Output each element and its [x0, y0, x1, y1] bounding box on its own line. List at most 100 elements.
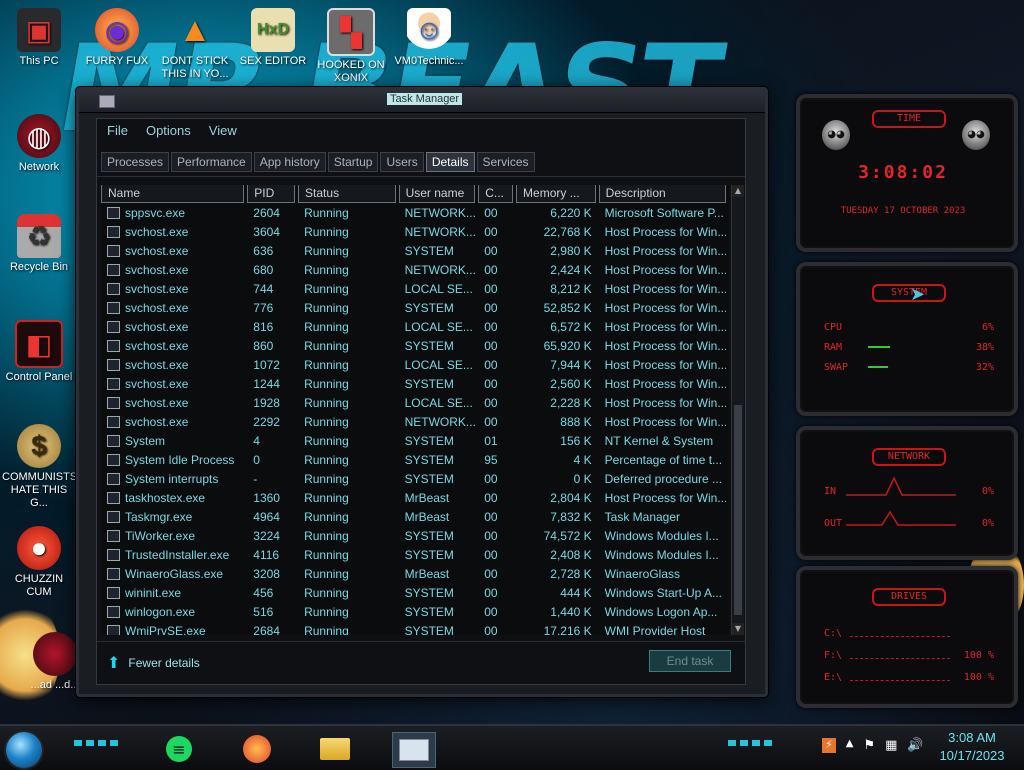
task-manager-icon: [399, 739, 429, 761]
desktop-icon-this-pc[interactable]: ▣ This PC: [2, 8, 76, 68]
table-row[interactable]: taskhostex.exe 1360 Running MrBeast 00 2,804 …: [101, 488, 729, 507]
desktop-icon-firefox[interactable]: ◉ FURRY FUX: [80, 8, 154, 68]
cell-memory: 65,920 K: [516, 339, 596, 353]
table-row[interactable]: svchost.exe 2292 Running NETWORK... 00 888 K H…: [101, 412, 729, 431]
column-header-memory[interactable]: Memory ...: [516, 185, 596, 203]
cell-cpu-text: 00: [484, 376, 498, 391]
cell-user: LOCAL SE...: [399, 358, 476, 372]
title-bar[interactable]: Task Manager: [79, 90, 765, 113]
table-row[interactable]: svchost.exe 1244 Running SYSTEM 00 2,560 K Hos…: [101, 374, 729, 393]
desktop-icon-vlc[interactable]: ▲ DONT STICK THIS IN YO...: [158, 8, 232, 81]
tab-startup[interactable]: Startup: [327, 152, 379, 172]
column-header-status[interactable]: Status: [298, 185, 396, 203]
column-header-name[interactable]: Name: [101, 185, 245, 203]
cell-status-text: Running: [304, 338, 349, 353]
table-row[interactable]: Taskmgr.exe 4964 Running MrBeast 00 7,832 K Ta…: [101, 507, 729, 526]
table-row[interactable]: WinaeroGlass.exe 3208 Running MrBeast 00 2,72…: [101, 564, 729, 583]
table-row[interactable]: svchost.exe 1072 Running LOCAL SE... 00 7,944…: [101, 355, 729, 374]
desktop-icon-vm0technic[interactable]: ☺ VM0Technic...: [392, 8, 466, 68]
table-row[interactable]: svchost.exe 680 Running NETWORK... 00 2,424 K…: [101, 260, 729, 279]
cell-memory-text: 65,920 K: [543, 338, 592, 353]
tab-services[interactable]: Services: [476, 152, 535, 172]
taskbar-task-manager-button[interactable]: [392, 732, 436, 768]
cell-cpu: 00: [478, 529, 513, 543]
cell-user-text: NETWORK...: [404, 224, 476, 239]
network-gadget[interactable]: NETWORK IN 0% OUT 0%: [796, 426, 1018, 560]
table-row[interactable]: wininit.exe 456 Running SYSTEM 00 444 K Window…: [101, 583, 729, 602]
desktop-icon-money-game[interactable]: $ COMMUNISTS HATE THIS G...: [2, 424, 78, 510]
cell-status: Running: [298, 624, 396, 636]
column-header-cpu[interactable]: C...: [478, 185, 514, 203]
column-header-pid[interactable]: PID: [247, 185, 296, 203]
cursor-logo-icon: ➤: [910, 284, 926, 305]
table-row[interactable]: svchost.exe 744 Running LOCAL SE... 00 8,212 …: [101, 279, 729, 298]
table-row[interactable]: svchost.exe 776 Running SYSTEM 00 52,852 K Hos…: [101, 298, 729, 317]
taskbar-clock[interactable]: 3:08 AM 10/17/2023: [926, 729, 1018, 765]
table-row[interactable]: svchost.exe 860 Running SYSTEM 00 65,920 K Hos…: [101, 336, 729, 355]
time-gadget-title: TIME: [872, 110, 946, 128]
update-icon[interactable]: ⚡: [822, 738, 836, 753]
desktop-icon-hex-editor[interactable]: HxD SEX EDITOR: [236, 8, 310, 68]
table-row[interactable]: svchost.exe 1928 Running LOCAL SE... 00 2,228…: [101, 393, 729, 412]
vertical-scrollbar[interactable]: ▲ ▼: [731, 185, 744, 635]
volume-icon[interactable]: 🔊: [907, 738, 923, 753]
tab-details[interactable]: Details: [425, 152, 475, 172]
drives-gadget[interactable]: DRIVES C:\ F:\ 100 % E:\ 100 %: [796, 566, 1018, 708]
show-hidden-icons[interactable]: ▲: [846, 738, 854, 753]
time-gadget[interactable]: ◕◕ ◕◕ TIME 3:08:02 TUESDAY 17 OCTOBER 20…: [796, 94, 1018, 252]
menu-file[interactable]: File: [107, 123, 128, 138]
scroll-down-icon[interactable]: ▼: [732, 623, 744, 635]
flag-icon[interactable]: ⚑: [863, 738, 875, 753]
network-in-label: IN: [824, 486, 837, 497]
scroll-thumb[interactable]: [734, 405, 742, 615]
table-row[interactable]: svchost.exe 816 Running LOCAL SE... 00 6,572 …: [101, 317, 729, 336]
cell-status: Running: [298, 491, 396, 505]
menu-options[interactable]: Options: [146, 123, 191, 138]
tab-performance[interactable]: Performance: [171, 152, 252, 172]
cell-user: SYSTEM: [399, 529, 476, 543]
cell-name-text: winlogon.exe: [125, 604, 196, 619]
table-row[interactable]: WmiPrvSE.exe 2684 Running SYSTEM 00 17,216 K W…: [101, 621, 729, 635]
cell-status-text: Running: [304, 262, 349, 277]
network-icon[interactable]: ▦: [885, 738, 897, 753]
table-row[interactable]: TiWorker.exe 3224 Running SYSTEM 00 74,572 K W…: [101, 526, 729, 545]
scroll-up-icon[interactable]: ▲: [732, 185, 744, 197]
desktop-icon-control-panel[interactable]: ◧ Control Panel: [2, 320, 76, 384]
table-row[interactable]: System interrupts - Running SYSTEM 00 0 K Defe…: [101, 469, 729, 488]
table-row[interactable]: System 4 Running SYSTEM 01 156 K NT Kernel & S…: [101, 431, 729, 450]
table-row[interactable]: TrustedInstaller.exe 4116 Running SYSTEM 00 2…: [101, 545, 729, 564]
tab-app-history[interactable]: App history: [253, 152, 326, 172]
table-row[interactable]: sppsvc.exe 2604 Running NETWORK... 00 6,220 K…: [101, 203, 729, 222]
desktop-icon-label: COMMUNISTS HATE THIS G...: [2, 471, 78, 509]
taskbar-spotify-button[interactable]: ≡: [158, 732, 200, 766]
system-gadget[interactable]: SYSTEM ➤ CPU 6% RAM 38% SWAP 32%: [796, 262, 1018, 416]
end-task-button[interactable]: End task: [649, 650, 731, 672]
menu-view[interactable]: View: [209, 123, 237, 138]
cell-pid-text: 2292: [253, 414, 280, 429]
desktop-icon-chuzzle[interactable]: ● CHUZZIN CUM: [2, 526, 76, 599]
table-row[interactable]: svchost.exe 636 Running SYSTEM 00 2,980 K Host…: [101, 241, 729, 260]
table-row[interactable]: svchost.exe 3604 Running NETWORK... 00 22,768…: [101, 222, 729, 241]
tab-processes[interactable]: Processes: [101, 152, 170, 172]
tab-users[interactable]: Users: [380, 152, 424, 172]
fewer-details-button[interactable]: ⬆ Fewer details: [107, 653, 200, 673]
desktop-icon-xonix[interactable]: ▚ HOOKED ON XONIX: [314, 8, 388, 85]
desktop-icon-recycle-bin[interactable]: ♻ Recycle Bin: [2, 214, 76, 274]
taskbar-firefox-button[interactable]: [236, 732, 278, 766]
desktop-icon-network[interactable]: ◍ Network: [2, 114, 76, 174]
cell-user: MrBeast: [399, 510, 476, 524]
column-header-description[interactable]: Description: [598, 185, 727, 203]
table-row[interactable]: winlogon.exe 516 Running SYSTEM 00 1,440 K Win…: [101, 602, 729, 621]
task-manager-window[interactable]: Task Manager File Options View Processes…: [76, 87, 768, 697]
start-button[interactable]: [6, 732, 42, 768]
cell-pid: 1360: [247, 491, 295, 505]
table-row[interactable]: System Idle Process 0 Running SYSTEM 95 4 K Pe…: [101, 450, 729, 469]
taskbar-file-explorer-button[interactable]: [314, 732, 356, 766]
cell-user: SYSTEM: [399, 377, 476, 391]
cell-description: Host Process for Win...: [599, 320, 726, 334]
cell-name-text: svchost.exe: [125, 338, 189, 353]
cell-description: WMI Provider Host: [599, 624, 726, 636]
cell-name: System interrupts: [101, 472, 244, 486]
column-header-user-name[interactable]: User name: [398, 185, 476, 203]
desktop-icon-label: Control Panel: [5, 371, 73, 383]
